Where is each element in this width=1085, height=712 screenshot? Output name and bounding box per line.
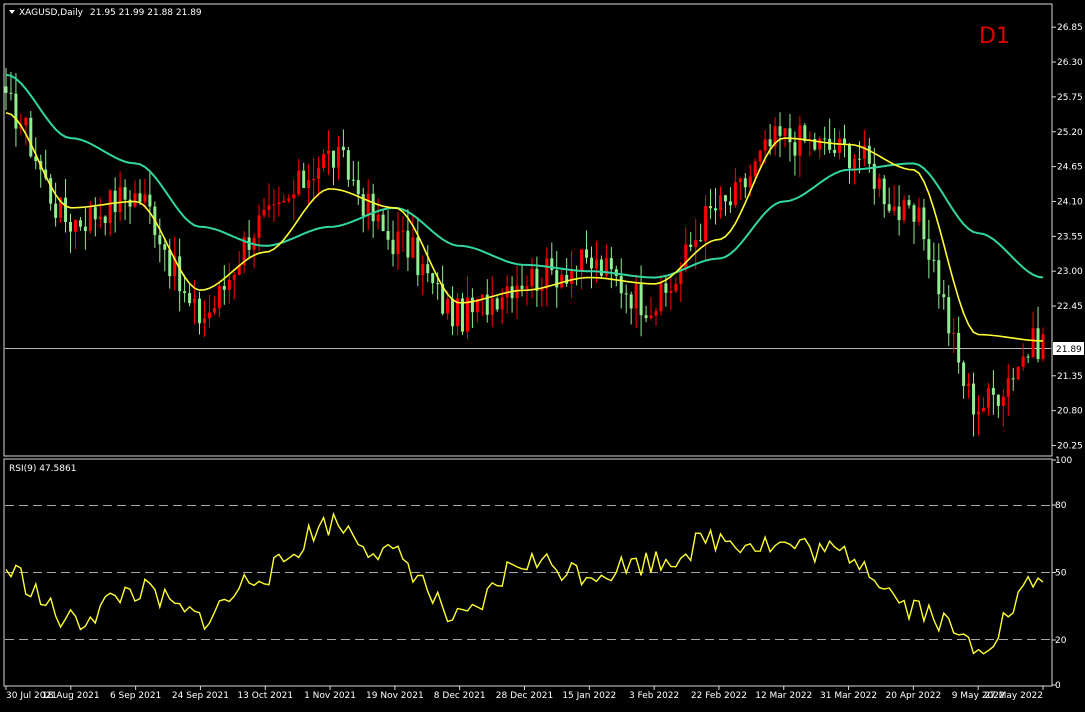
price-tick-label: 20.80 xyxy=(1057,407,1083,417)
rsi-tick-label: 80 xyxy=(1055,501,1067,511)
time-tick-label: 1 Nov 2021 xyxy=(304,691,356,701)
candle xyxy=(29,111,33,159)
chart-svg: 26.85 26.30 25.75 25.20 24.65 24.10 23.55 23.00… xyxy=(3,3,1084,701)
main-plot-frame[interactable] xyxy=(3,3,1053,457)
timeframe-badge: D1 xyxy=(979,24,1010,49)
price-axis: 26.85 26.30 25.75 25.20 24.65 24.10 23.55 23.00… xyxy=(1052,23,1083,451)
time-tick-label: 15 Jan 2022 xyxy=(562,691,616,701)
candle xyxy=(460,292,464,336)
rsi-tick-label: 50 xyxy=(1055,569,1067,579)
price-tick-label: 25.75 xyxy=(1057,93,1083,103)
price-tick-label: 24.65 xyxy=(1057,163,1083,173)
time-tick-label: 31 Mar 2022 xyxy=(820,691,877,701)
time-tick-label: 8 Dec 2021 xyxy=(434,691,486,701)
price-tick-label: 20.25 xyxy=(1057,441,1083,451)
time-tick-label: 13 Oct 2021 xyxy=(237,691,293,701)
time-tick-label: 6 Sep 2021 xyxy=(110,691,161,701)
time-tick-label: 24 Sep 2021 xyxy=(172,691,229,701)
time-tick-label: 27 May 2022 xyxy=(984,691,1043,701)
time-tick-label: 20 Apr 2022 xyxy=(886,691,942,701)
rsi-axis: 100 80 50 20 0 xyxy=(1052,456,1072,691)
time-tick-label: 28 Dec 2021 xyxy=(496,691,554,701)
price-tick-label: 21.35 xyxy=(1057,372,1083,382)
rsi-title: RSI(9) 47.5861 xyxy=(9,464,76,474)
price-tick-label: 23.00 xyxy=(1057,267,1083,277)
time-tick-label: 19 Nov 2021 xyxy=(366,691,424,701)
price-tick-label: 25.20 xyxy=(1057,128,1083,138)
price-tick-label: 26.85 xyxy=(1057,23,1083,33)
rsi-tick-label: 20 xyxy=(1055,636,1067,646)
time-tick-label: 3 Feb 2022 xyxy=(629,691,679,701)
price-tick-label: 23.55 xyxy=(1057,232,1083,242)
price-tick-label: 22.45 xyxy=(1057,302,1083,312)
time-axis: 30 Jul 202118 Aug 2021 6 Sep 2021 24 Sep 2… xyxy=(5,686,1044,701)
symbol-info: XAGUSD,Daily xyxy=(19,8,84,18)
time-tick-label: 18 Aug 2021 xyxy=(42,691,100,701)
price-tick-label: 24.10 xyxy=(1057,197,1083,207)
price-tick-label: 26.30 xyxy=(1057,58,1083,68)
rsi-tick-label: 100 xyxy=(1055,456,1072,466)
ohlc-readout: 21.95 21.99 21.88 21.89 xyxy=(90,8,202,18)
current-price-label: 21.89 xyxy=(1056,345,1082,355)
time-tick-label: 22 Feb 2022 xyxy=(691,691,747,701)
time-tick-label: 12 Mar 2022 xyxy=(755,691,812,701)
candle xyxy=(1016,366,1020,381)
rsi-tick-label: 0 xyxy=(1055,681,1061,691)
chart-window: 26.85 26.30 25.75 25.20 24.65 24.10 23.55 23.00… xyxy=(0,0,1085,708)
